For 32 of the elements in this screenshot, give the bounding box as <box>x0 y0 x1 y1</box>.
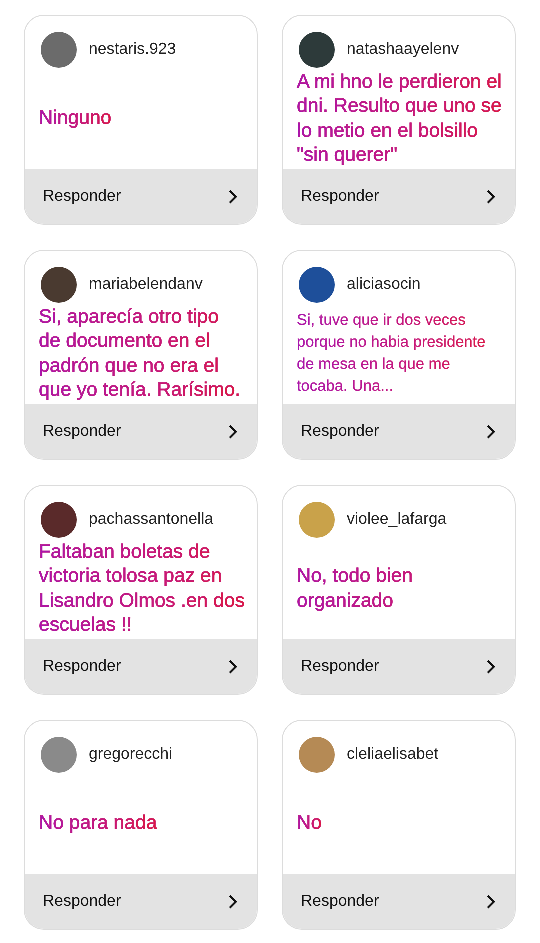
chevron-icon <box>485 894 497 910</box>
reply-button[interactable]: Responder <box>283 169 515 224</box>
username: pachassantonella <box>89 511 214 529</box>
username: nestaris.923 <box>89 41 176 59</box>
reply-button[interactable]: Responder <box>283 639 515 694</box>
reply-button[interactable]: Responder <box>25 874 257 929</box>
reply-button[interactable]: Responder <box>25 169 257 224</box>
chevron-icon <box>485 658 497 674</box>
avatar <box>299 267 335 303</box>
avatar <box>299 737 335 773</box>
chevron-icon <box>227 894 239 910</box>
avatar <box>41 502 77 538</box>
username: violee_lafarga <box>347 511 447 529</box>
reply-button[interactable]: Responder <box>283 874 515 929</box>
username: cleliaelisabet <box>347 746 439 764</box>
avatar <box>299 502 335 538</box>
chevron-icon <box>227 188 239 204</box>
username: natashaayelenv <box>347 41 460 59</box>
reply-button[interactable]: Responder <box>283 404 515 459</box>
chevron-icon <box>485 424 497 440</box>
chevron-icon <box>227 424 239 440</box>
avatar <box>41 267 77 303</box>
avatar <box>299 32 335 68</box>
chevron-icon <box>227 658 239 674</box>
chevron-icon <box>485 188 497 204</box>
username: gregorecchi <box>89 746 173 764</box>
username: mariabelendanv <box>89 276 203 294</box>
username: aliciasocin <box>347 276 421 294</box>
reply-button[interactable]: Responder <box>25 404 257 459</box>
reply-button[interactable]: Responder <box>25 639 257 694</box>
avatar <box>41 737 77 773</box>
avatar <box>41 32 77 68</box>
